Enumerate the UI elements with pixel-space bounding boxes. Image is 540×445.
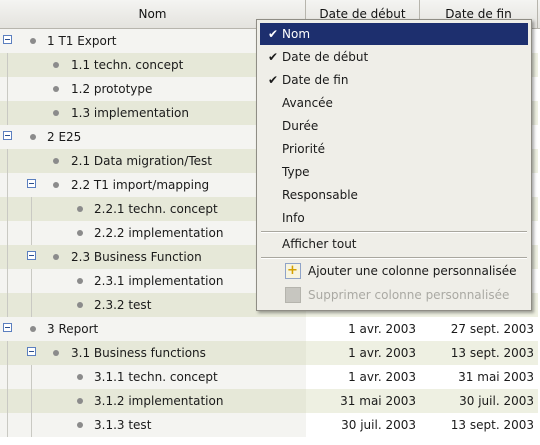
task-name: 3.1.1 techn. concept bbox=[94, 370, 218, 384]
collapse-toggle[interactable] bbox=[3, 35, 12, 44]
checkmark-icon: ✔ bbox=[267, 73, 279, 87]
tree-line bbox=[7, 269, 8, 293]
task-name: 2.3.2 test bbox=[94, 298, 152, 312]
task-name: 1 T1 Export bbox=[47, 34, 117, 48]
menu-item-type[interactable]: Type bbox=[260, 161, 528, 183]
table-row[interactable]: 3.1.2 implementation 31 mai 2003 30 juil… bbox=[0, 389, 540, 413]
bullet-icon bbox=[53, 158, 59, 164]
bullet-icon bbox=[77, 302, 83, 308]
bullet-icon bbox=[53, 86, 59, 92]
menu-item-remove-custom-column: Supprimer colonne personnalisée bbox=[260, 284, 528, 306]
task-name: 2.2.2 implementation bbox=[94, 226, 224, 240]
start-date-cell: 1 avr. 2003 bbox=[306, 341, 420, 365]
tree-line bbox=[7, 413, 8, 437]
table-row[interactable]: 3.1 Business functions 1 avr. 2003 13 se… bbox=[0, 341, 540, 365]
task-name: 2.3.1 implementation bbox=[94, 274, 224, 288]
checkmark-icon: ✔ bbox=[267, 50, 279, 64]
end-date-cell: 31 mai 2003 bbox=[420, 365, 538, 389]
tree-line bbox=[7, 389, 8, 413]
menu-item-priorite[interactable]: Priorité bbox=[260, 138, 528, 160]
menu-item-date-de-fin[interactable]: ✔ Date de fin bbox=[260, 69, 528, 91]
menu-item-responsable[interactable]: Responsable bbox=[260, 184, 528, 206]
menu-separator bbox=[261, 257, 527, 259]
start-date-cell: 31 mai 2003 bbox=[306, 389, 420, 413]
task-name: 2.2 T1 import/mapping bbox=[71, 178, 210, 192]
task-name: 3.1 Business functions bbox=[71, 346, 206, 360]
tree-line bbox=[7, 245, 8, 269]
start-date-cell: 30 juil. 2003 bbox=[306, 413, 420, 437]
tree-line bbox=[7, 173, 8, 197]
bullet-icon bbox=[77, 398, 83, 404]
tree-line bbox=[7, 53, 8, 77]
add-column-icon bbox=[285, 260, 301, 282]
bullet-icon bbox=[30, 134, 36, 140]
bullet-icon bbox=[77, 230, 83, 236]
end-date-cell: 27 sept. 2003 bbox=[420, 317, 538, 341]
task-name: 2.3 Business Function bbox=[71, 250, 202, 264]
column-context-menu: ✔ Nom ✔ Date de début ✔ Date de fin Avan… bbox=[256, 19, 532, 311]
task-name: 3.1.3 test bbox=[94, 418, 152, 432]
end-date-cell: 30 juil. 2003 bbox=[420, 389, 538, 413]
start-date-cell: 1 avr. 2003 bbox=[306, 317, 420, 341]
start-date-cell: 1 avr. 2003 bbox=[306, 365, 420, 389]
task-name: 2 E25 bbox=[47, 130, 82, 144]
collapse-toggle[interactable] bbox=[27, 251, 36, 260]
collapse-toggle[interactable] bbox=[3, 131, 12, 140]
end-date-cell: 13 sept. 2003 bbox=[420, 413, 538, 437]
tree-line bbox=[31, 413, 32, 437]
bullet-icon bbox=[53, 182, 59, 188]
task-name: 3.1.2 implementation bbox=[94, 394, 224, 408]
tree-line bbox=[7, 77, 8, 101]
task-name: 1.3 implementation bbox=[71, 106, 189, 120]
remove-column-icon bbox=[285, 287, 301, 303]
bullet-icon bbox=[53, 254, 59, 260]
task-name: 2.1 Data migration/Test bbox=[71, 154, 212, 168]
tree-line bbox=[31, 365, 32, 389]
bullet-icon bbox=[77, 206, 83, 212]
bullet-icon bbox=[53, 110, 59, 116]
bullet-icon bbox=[77, 374, 83, 380]
collapse-toggle[interactable] bbox=[27, 347, 36, 356]
tree-line bbox=[7, 221, 8, 245]
menu-item-duree[interactable]: Durée bbox=[260, 115, 528, 137]
task-name: 1.2 prototype bbox=[71, 82, 153, 96]
bullet-icon bbox=[30, 38, 36, 44]
tree-line bbox=[7, 197, 8, 221]
menu-item-nom[interactable]: ✔ Nom bbox=[260, 23, 528, 45]
bullet-icon bbox=[77, 278, 83, 284]
tree-line bbox=[7, 293, 8, 317]
table-row[interactable]: 3.1.3 test 30 juil. 2003 13 sept. 2003 bbox=[0, 413, 540, 437]
task-name: 2.2.1 techn. concept bbox=[94, 202, 218, 216]
menu-item-show-all[interactable]: Afficher tout bbox=[260, 233, 528, 255]
tree-line bbox=[31, 269, 32, 293]
tree-line bbox=[7, 149, 8, 173]
task-name: 1.1 techn. concept bbox=[71, 58, 184, 72]
bullet-icon bbox=[53, 62, 59, 68]
table-row[interactable]: 3.1.1 techn. concept 1 avr. 2003 31 mai … bbox=[0, 365, 540, 389]
table-row[interactable]: 3 Report 1 avr. 2003 27 sept. 2003 bbox=[0, 317, 540, 341]
task-name: 3 Report bbox=[47, 322, 99, 336]
tree-line bbox=[7, 341, 8, 365]
tree-line bbox=[31, 293, 32, 317]
tree-line bbox=[7, 101, 8, 125]
bullet-icon bbox=[77, 422, 83, 428]
menu-item-add-custom-column[interactable]: Ajouter une colonne personnalisée bbox=[260, 260, 528, 282]
tree-line bbox=[31, 389, 32, 413]
end-date-cell: 13 sept. 2003 bbox=[420, 341, 538, 365]
tree-line bbox=[31, 197, 32, 221]
checkmark-icon: ✔ bbox=[267, 27, 279, 41]
tree-line bbox=[7, 365, 8, 389]
tree-line bbox=[31, 221, 32, 245]
collapse-toggle[interactable] bbox=[3, 323, 12, 332]
bullet-icon bbox=[30, 326, 36, 332]
menu-item-avancee[interactable]: Avancée bbox=[260, 92, 528, 114]
menu-item-date-de-debut[interactable]: ✔ Date de début bbox=[260, 46, 528, 68]
collapse-toggle[interactable] bbox=[27, 179, 36, 188]
menu-item-info[interactable]: Info bbox=[260, 207, 528, 229]
bullet-icon bbox=[53, 350, 59, 356]
